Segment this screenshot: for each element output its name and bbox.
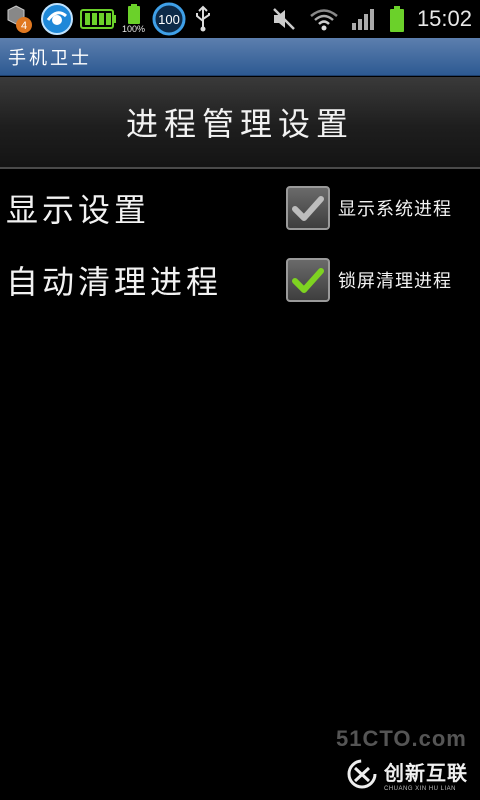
battery-percent-icon: 100%: [122, 4, 145, 34]
circle-100-icon[interactable]: 100: [151, 1, 187, 37]
lock-screen-clean-checkbox[interactable]: [286, 258, 330, 302]
status-bar: 4 100% 100 15:02: [0, 0, 480, 38]
show-system-process-checkbox[interactable]: [286, 186, 330, 230]
page-title: 进程管理设置: [125, 105, 354, 143]
watermark-brand-en: CHUANG XIN HU LIAN: [384, 785, 457, 792]
signal-icon: [351, 7, 377, 31]
watermark-site: 51CTO.com: [336, 726, 467, 751]
watermark-brand: 创新互联 CHUANG XIN HU LIAN: [346, 752, 476, 796]
battery-percent-text: 100%: [122, 24, 146, 34]
browser-icon[interactable]: [40, 2, 74, 36]
battery-icon: [389, 6, 405, 32]
check-icon: [292, 268, 324, 293]
setting-label-display: 显示设置: [6, 191, 151, 229]
lock-screen-clean-label[interactable]: 锁屏清理进程: [338, 267, 452, 293]
check-icon: [292, 196, 324, 221]
setting-row-auto-clean: 自动清理进程 锁屏清理进程: [0, 250, 480, 310]
notification-icons: 4 100% 100: [0, 1, 213, 37]
page-header: 进程管理设置: [0, 77, 480, 169]
brand-logo-icon: [347, 759, 377, 789]
usb-icon: [193, 5, 213, 33]
wifi-icon: [309, 7, 339, 31]
battery-widget-icon: [80, 7, 116, 31]
circle-badge-text: 100: [158, 12, 180, 27]
app-notification-icon[interactable]: 4: [4, 4, 34, 34]
setting-label-auto-clean: 自动清理进程: [6, 263, 223, 301]
setting-row-display: 显示设置 显示系统进程: [0, 178, 480, 238]
show-system-process-label[interactable]: 显示系统进程: [338, 195, 452, 221]
clock: 15:02: [416, 6, 472, 31]
system-icons: 15:02: [271, 6, 480, 32]
watermark-brand-cn: 创新互联: [384, 760, 468, 785]
notification-badge: 4: [21, 20, 27, 32]
app-title-bar: 手机卫士: [0, 38, 480, 76]
mute-icon: [271, 6, 297, 32]
app-title: 手机卫士: [8, 47, 92, 69]
